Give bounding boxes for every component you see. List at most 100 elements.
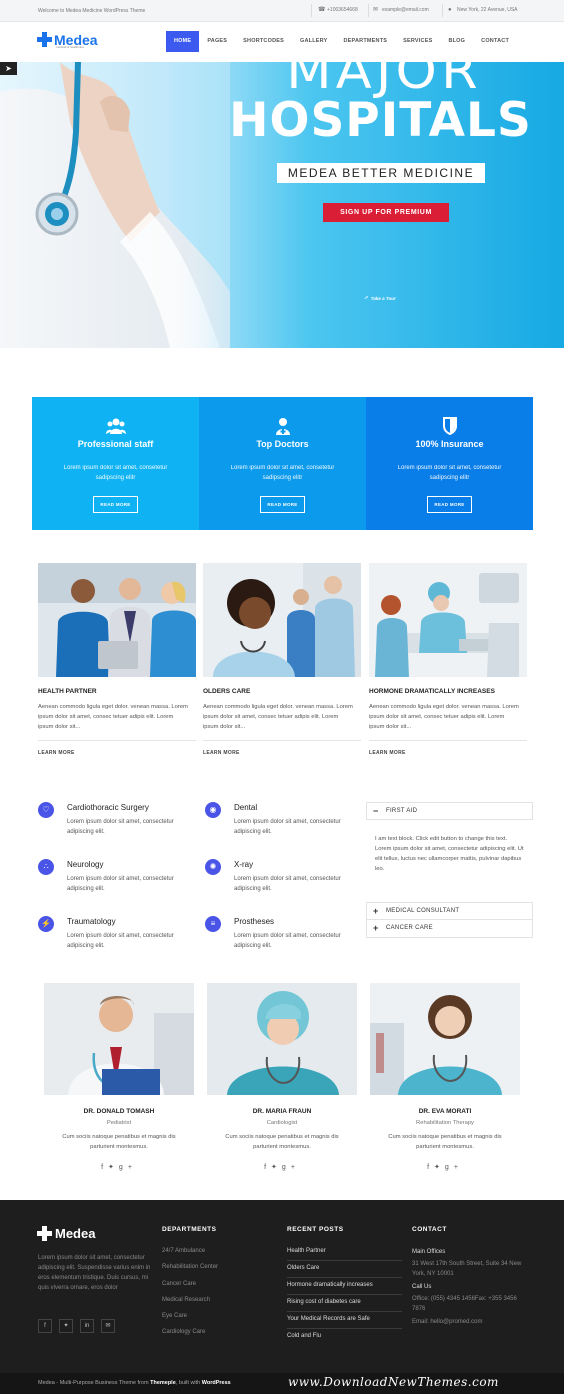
phone-icon: ☎	[318, 7, 326, 13]
mail-icon[interactable]: ✉	[101, 1319, 115, 1333]
footer-post-link[interactable]: Cold and Flu	[287, 1329, 402, 1346]
cross-icon	[37, 1226, 52, 1241]
service-item[interactable]: ✺ X-ray Lorem ipsum dolor sit amet, cons…	[205, 859, 365, 909]
footer-department-link[interactable]: Cardiology Care	[162, 1329, 218, 1345]
divider	[442, 4, 443, 17]
footer-logo[interactable]: Medea	[37, 1226, 95, 1241]
footer-posts-title: RECENT POSTS	[287, 1226, 344, 1233]
accordion: − FIRST AID I am text block. Click edit …	[366, 802, 533, 938]
eye-icon: ◉	[205, 802, 221, 818]
footer-post-link[interactable]: Olders Care	[287, 1261, 402, 1278]
doctor-bio: Cum sociis natoque penatibus et magnis d…	[62, 1134, 176, 1150]
top-bar: Welcome to Medea Medicine WordPress Them…	[0, 0, 564, 22]
accordion-header-cancer-care[interactable]: + CANCER CARE	[366, 920, 533, 938]
footer-post-link[interactable]: Hormone dramatically increases	[287, 1278, 402, 1295]
service-title[interactable]: Cardiothoracic Surgery	[67, 803, 149, 812]
footer-post-link[interactable]: Health Partner	[287, 1244, 402, 1261]
learn-more-link[interactable]: LEARN MORE	[38, 750, 75, 756]
service-title[interactable]: Dental	[234, 803, 257, 812]
accordion-header-medical-consultant[interactable]: + MEDICAL CONSULTANT	[366, 902, 533, 920]
doctor-role: Cardiologist	[266, 1120, 298, 1126]
topbar-email[interactable]: ✉ example@email.com	[373, 7, 429, 13]
accordion-body: I am text block. Click edit button to ch…	[375, 836, 524, 872]
twitter-icon[interactable]: ✦	[434, 1164, 445, 1171]
learn-more-link[interactable]: LEARN MORE	[203, 750, 240, 756]
footer-department-link[interactable]: Eye Care	[162, 1313, 218, 1329]
card-title[interactable]: OLDERS CARE	[203, 688, 250, 695]
platform-link[interactable]: WordPress	[202, 1380, 231, 1386]
signup-premium-button[interactable]: SIGN UP FOR PREMIUM	[323, 203, 449, 222]
read-more-button[interactable]: READ MORE	[93, 496, 138, 513]
service-title[interactable]: Traumatology	[67, 917, 116, 926]
learn-more-link[interactable]: LEARN MORE	[369, 750, 406, 756]
watermark: www.DownloadNewThemes.com	[288, 1375, 499, 1389]
news-card[interactable]: HORMONE DRAMATICALLY INCREASES Aenean co…	[369, 563, 527, 756]
service-item[interactable]: ♡ Cardiothoracic Surgery Lorem ipsum dol…	[38, 802, 198, 852]
accordion-header-first-aid[interactable]: − FIRST AID	[366, 802, 533, 820]
facebook-icon[interactable]: f	[38, 1319, 52, 1333]
footer-department-link[interactable]: 24/7 Ambulance	[162, 1248, 218, 1264]
footer-department-link[interactable]: Rehabilitation Center	[162, 1264, 218, 1280]
doctor-role: Pediatrist	[106, 1120, 132, 1126]
doctor-name[interactable]: DR. EVA MORATI	[370, 1108, 520, 1115]
nav-home[interactable]: HOME	[166, 31, 200, 52]
heart-icon: ♡	[38, 802, 54, 818]
google-plus-icon[interactable]: g+	[119, 1164, 137, 1171]
footer-email[interactable]: Email: hello@promed.com	[412, 1317, 527, 1327]
service-item[interactable]: ≡ Prostheses Lorem ipsum dolor sit amet,…	[205, 916, 365, 966]
service-item[interactable]: ⚡ Traumatology Lorem ipsum dolor sit ame…	[38, 916, 198, 966]
doctor-name[interactable]: DR. MARIA FRAUN	[207, 1108, 357, 1115]
logo[interactable]: Medea medical & healthcare	[37, 32, 98, 49]
footer-department-link[interactable]: Medical Research	[162, 1297, 218, 1313]
google-plus-icon[interactable]: g+	[445, 1164, 463, 1171]
card-title[interactable]: HORMONE DRAMATICALLY INCREASES	[369, 688, 495, 695]
twitter-icon[interactable]: ✦	[59, 1319, 73, 1333]
service-title[interactable]: Prostheses	[234, 917, 274, 926]
divider	[38, 740, 196, 741]
card-image	[38, 563, 196, 677]
shield-icon	[440, 417, 460, 436]
service-item[interactable]: ∴ Neurology Lorem ipsum dolor sit amet, …	[38, 859, 198, 909]
read-more-button[interactable]: READ MORE	[260, 496, 305, 513]
twitter-icon[interactable]: ✦	[108, 1164, 119, 1171]
bars-icon: ≡	[205, 916, 221, 932]
hero-title-bold: HOSPITALS	[229, 93, 532, 148]
footer-departments-list: 24/7 Ambulance Rehabilitation Center Can…	[162, 1248, 218, 1346]
read-more-button[interactable]: READ MORE	[427, 496, 472, 513]
nav-pages[interactable]: PAGES	[199, 31, 235, 52]
facebook-icon[interactable]: f	[101, 1164, 108, 1171]
doctor-name[interactable]: DR. DONALD TOMASH	[44, 1108, 194, 1115]
service-title[interactable]: Neurology	[67, 860, 103, 869]
arrow-up-icon: ➚	[364, 295, 368, 300]
take-tour-link[interactable]: ➚ Take a Tour	[364, 295, 396, 301]
footer-department-link[interactable]: Cancer Care	[162, 1281, 218, 1297]
divider	[369, 740, 527, 741]
news-card[interactable]: OLDERS CARE Aenean commodo ligula eget d…	[203, 563, 361, 756]
service-text: Lorem ipsum dolor sit amet, consectetur …	[234, 933, 341, 949]
arrow-icon[interactable]: ➤	[0, 62, 17, 75]
service-item[interactable]: ◉ Dental Lorem ipsum dolor sit amet, con…	[205, 802, 365, 852]
google-plus-icon[interactable]: g+	[282, 1164, 300, 1171]
footer-post-link[interactable]: Your Medical Records are Safe	[287, 1312, 402, 1329]
footer-posts-list: Health Partner Olders Care Hormone drama…	[287, 1244, 402, 1346]
feature-title: Top Doctors	[256, 439, 309, 449]
author-link[interactable]: Themeple	[150, 1380, 176, 1386]
topbar-phone[interactable]: ☎ +1003654668	[318, 7, 358, 13]
cross-icon	[37, 32, 52, 47]
doctor-social: f✦g+	[207, 1163, 357, 1171]
card-image	[369, 563, 527, 677]
doctor-social: f✦g+	[370, 1163, 520, 1171]
mail-icon: ✉	[373, 7, 379, 13]
service-title[interactable]: X-ray	[234, 860, 253, 869]
linkedin-icon[interactable]: in	[80, 1319, 94, 1333]
news-card[interactable]: HEALTH PARTNER Aenean commodo ligula ege…	[38, 563, 196, 756]
doctor-card[interactable]: DR. EVA MORATI Rehabilitation Therapy Cu…	[370, 983, 520, 1171]
office-label: Main Offices	[412, 1249, 446, 1255]
doctor-card[interactable]: DR. DONALD TOMASH Pediatrist Cum sociis …	[44, 983, 194, 1171]
facebook-icon[interactable]: f	[427, 1164, 434, 1171]
twitter-icon[interactable]: ✦	[271, 1164, 282, 1171]
footer-post-link[interactable]: Rising cost of diabetes care	[287, 1295, 402, 1312]
facebook-icon[interactable]: f	[264, 1164, 271, 1171]
doctor-card[interactable]: DR. MARIA FRAUN Cardiologist Cum sociis …	[207, 983, 357, 1171]
card-title[interactable]: HEALTH PARTNER	[38, 688, 97, 695]
